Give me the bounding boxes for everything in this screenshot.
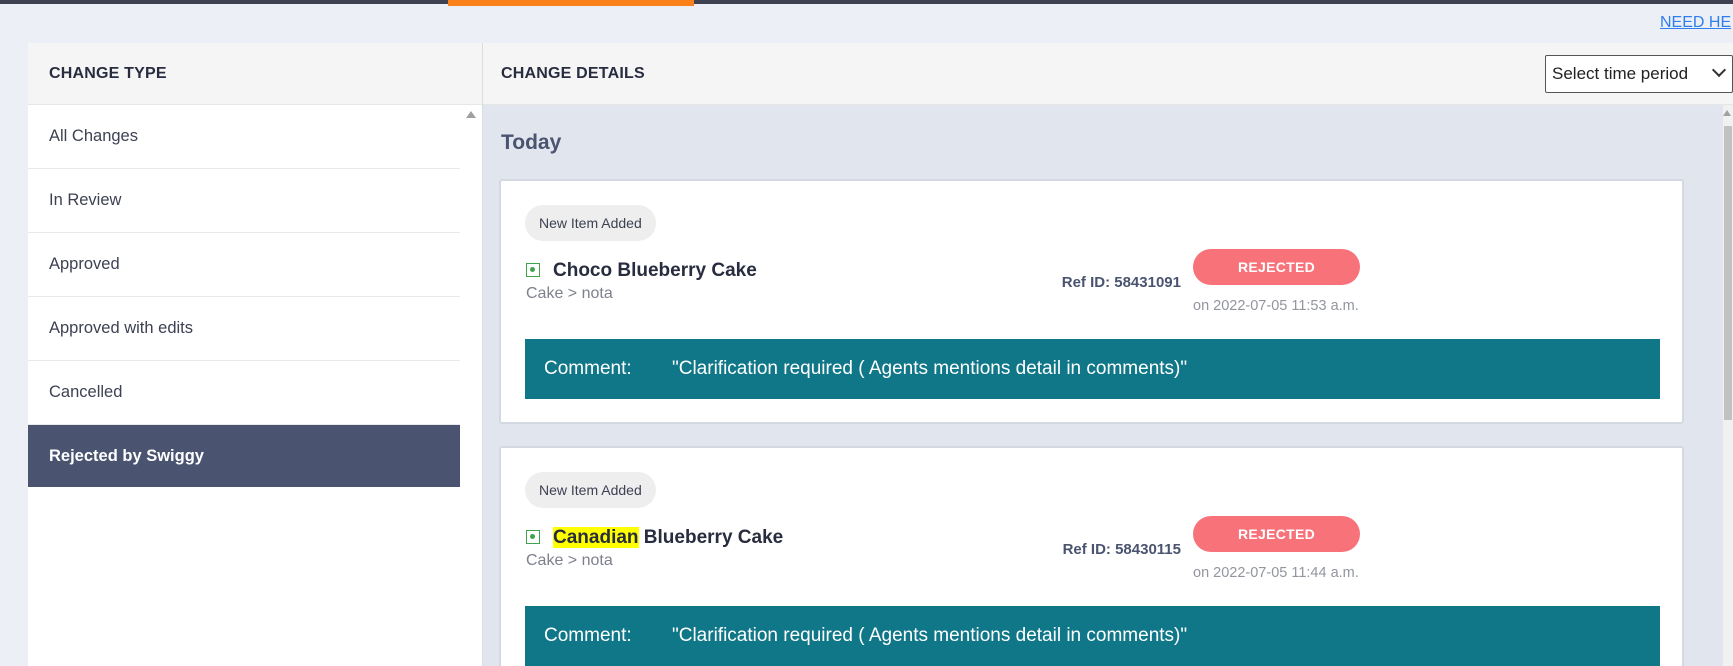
filter-in-review[interactable]: In Review xyxy=(28,169,460,233)
filter-cancelled[interactable]: Cancelled xyxy=(28,361,460,425)
change-type-list: All Changes In Review Approved Approved … xyxy=(28,105,460,487)
change-type-tag: New Item Added xyxy=(525,472,656,508)
change-type-title: CHANGE TYPE xyxy=(49,65,167,82)
filter-all-changes[interactable]: All Changes xyxy=(28,105,460,169)
comment-bar: Comment: "Clarification required ( Agent… xyxy=(525,606,1660,666)
scroll-up-arrow-icon[interactable] xyxy=(1723,110,1731,116)
change-type-panel: CHANGE TYPE All Changes In Review Approv… xyxy=(28,43,482,666)
details-scroll-thumb[interactable] xyxy=(1724,126,1732,420)
item-category-path: Cake > nota xyxy=(526,285,613,302)
time-period-select[interactable]: Select time period xyxy=(1545,55,1733,93)
time-period-select-value: Select time period xyxy=(1552,64,1689,83)
change-details-list: Today New Item Added Choco Blueberry Cak… xyxy=(483,105,1723,666)
status-timestamp: on 2022-07-05 11:44 a.m. xyxy=(1193,565,1359,581)
change-details-title: CHANGE DETAILS xyxy=(501,65,645,82)
item-name: Canadian Blueberry Cake xyxy=(553,527,783,549)
need-help-link[interactable]: NEED HE xyxy=(1660,14,1731,32)
item-name-text: Choco Blueberry Cake xyxy=(553,260,757,281)
status-badge: REJECTED xyxy=(1193,516,1360,552)
ref-id: Ref ID: 58431091 xyxy=(1061,274,1181,291)
veg-icon xyxy=(526,263,540,277)
filter-approved-with-edits[interactable]: Approved with edits xyxy=(28,297,460,361)
comment-label: Comment: xyxy=(544,358,632,379)
item-name-text: Blueberry Cake xyxy=(638,527,784,548)
change-card: New Item Added Choco Blueberry Cake Cake… xyxy=(499,179,1684,424)
change-type-tag: New Item Added xyxy=(525,205,656,241)
chevron-down-icon xyxy=(1711,62,1727,78)
scroll-up-arrow-icon[interactable] xyxy=(466,111,476,118)
comment-bar: Comment: "Clarification required ( Agent… xyxy=(525,339,1660,399)
item-name: Choco Blueberry Cake xyxy=(553,260,757,282)
top-bar xyxy=(0,0,1733,4)
veg-icon xyxy=(526,530,540,544)
filter-rejected-by-swiggy[interactable]: Rejected by Swiggy xyxy=(28,425,460,487)
ref-id: Ref ID: 58430115 xyxy=(1062,541,1181,558)
comment-text: "Clarification required ( Agents mention… xyxy=(672,625,1188,646)
comment-label: Comment: xyxy=(544,625,632,646)
status-badge: REJECTED xyxy=(1193,249,1360,285)
comment-text: "Clarification required ( Agents mention… xyxy=(672,358,1188,379)
filter-approved[interactable]: Approved xyxy=(28,233,460,297)
date-group-title: Today xyxy=(501,131,562,154)
item-category-path: Cake > nota xyxy=(526,552,613,569)
change-type-header: CHANGE TYPE xyxy=(28,43,482,105)
active-tab-indicator xyxy=(448,0,694,6)
change-card: New Item Added Canadian Blueberry Cake C… xyxy=(499,446,1684,666)
status-timestamp: on 2022-07-05 11:53 a.m. xyxy=(1193,298,1359,314)
item-name-highlight: Canadian xyxy=(553,527,639,548)
